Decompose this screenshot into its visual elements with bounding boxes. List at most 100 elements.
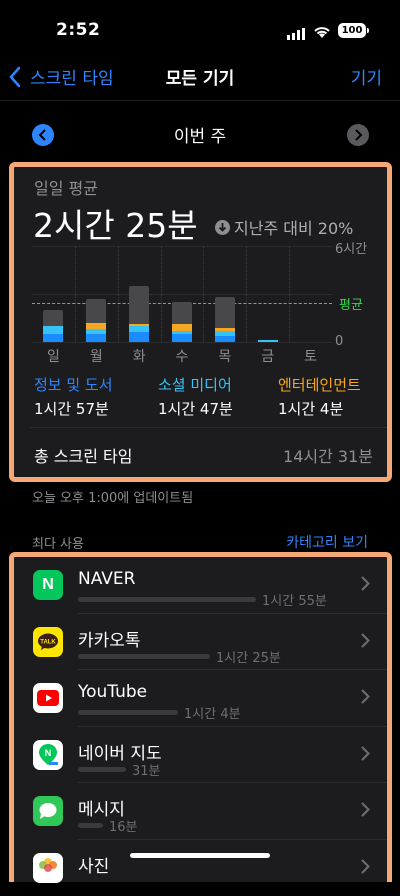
app-usage-time: 1시간 25분 bbox=[216, 647, 281, 666]
chart-bar[interactable] bbox=[43, 310, 63, 342]
chart-day-label: 화 bbox=[129, 346, 149, 366]
weekly-comparison: 지난주 대비 20% bbox=[215, 215, 353, 239]
average-line-label: 평균 bbox=[339, 294, 363, 313]
app-usage-bar bbox=[78, 654, 210, 659]
svg-text:N: N bbox=[45, 748, 52, 758]
category-social-media: 소셜 미디어 1시간 47분 bbox=[158, 374, 233, 419]
chart-bar-segment bbox=[43, 334, 63, 342]
summary-divider bbox=[30, 427, 387, 428]
category-time: 1시간 57분 bbox=[34, 398, 113, 419]
app-row[interactable]: 사진 bbox=[14, 840, 387, 896]
chart-bar[interactable] bbox=[258, 340, 278, 342]
app-name: YouTube bbox=[78, 682, 147, 702]
category-time: 1시간 47분 bbox=[158, 398, 233, 419]
most-used-header: 최다 사용 bbox=[32, 533, 84, 552]
week-label: 이번 주 bbox=[0, 122, 400, 147]
chart-bar-segment bbox=[172, 331, 192, 334]
chart-bar-segment bbox=[86, 323, 106, 329]
home-indicator[interactable] bbox=[130, 853, 270, 858]
signal-icon bbox=[287, 25, 305, 37]
category-label: 소셜 미디어 bbox=[158, 374, 233, 395]
summary-card[interactable]: 일일 평균 2시간 25분 지난주 대비 20% 6시간 0 평균 일월화수목금… bbox=[9, 162, 392, 482]
app-usage-time: 1시간 55분 bbox=[262, 590, 327, 609]
naver-icon: N bbox=[33, 570, 63, 600]
chart-bar-segment bbox=[215, 336, 235, 342]
battery-tip bbox=[367, 28, 369, 33]
app-row[interactable]: TALK 카카오톡 1시간 25분 bbox=[14, 614, 387, 671]
chart-bar-segment bbox=[129, 324, 149, 326]
app-row[interactable]: YouTube 1시간 4분 bbox=[14, 670, 387, 727]
chart-bar[interactable] bbox=[86, 299, 106, 342]
messages-icon bbox=[33, 796, 63, 826]
chart-day-label: 목 bbox=[215, 346, 235, 366]
category-entertainment: 엔터테인먼트 1시간 4분 bbox=[278, 374, 361, 419]
chevron-right-icon bbox=[361, 633, 370, 652]
chart-day-label: 월 bbox=[86, 346, 106, 366]
chart-bar[interactable] bbox=[129, 286, 149, 342]
app-row[interactable]: N NAVER 1시간 55분 bbox=[14, 557, 387, 614]
updated-text: 오늘 오후 1:00에 업데이트됨 bbox=[32, 487, 193, 506]
nav-divider bbox=[0, 100, 400, 101]
page-title: 모든 기기 bbox=[0, 64, 400, 89]
chart-bar-segment bbox=[172, 334, 192, 342]
wifi-icon bbox=[313, 24, 331, 43]
chart-gridline-bottom bbox=[32, 342, 332, 343]
category-label: 엔터테인먼트 bbox=[278, 374, 361, 395]
app-row[interactable]: N네이버 지도31분 bbox=[14, 727, 387, 784]
arrow-down-circle-icon bbox=[215, 220, 230, 235]
chart-day-label: 금 bbox=[258, 346, 278, 366]
svg-text:TALK: TALK bbox=[40, 639, 56, 645]
app-usage-time: 16분 bbox=[109, 816, 138, 835]
chart-day-label: 일 bbox=[43, 346, 63, 366]
photos-icon bbox=[33, 853, 63, 883]
chart-bar-segment bbox=[215, 328, 235, 331]
chart-day-label: 토 bbox=[301, 346, 321, 366]
chart-bar[interactable] bbox=[172, 302, 192, 342]
app-name: NAVER bbox=[78, 569, 135, 589]
app-usage-bar bbox=[78, 823, 103, 828]
chart-day-label: 수 bbox=[172, 346, 192, 366]
chart-bar-segment bbox=[129, 326, 149, 332]
chart-bar-segment bbox=[172, 324, 192, 330]
app-usage-bar bbox=[78, 710, 178, 715]
daily-average-value: 2시간 25분 bbox=[33, 199, 198, 247]
axis-min-label: 0 bbox=[335, 334, 343, 349]
chevron-right-icon bbox=[361, 802, 370, 821]
app-usage-bar bbox=[78, 767, 126, 772]
usage-chart[interactable]: 6시간 0 평균 일월화수목금토 bbox=[32, 246, 377, 366]
chart-bar-segment bbox=[215, 331, 235, 336]
app-usage-time: 31분 bbox=[132, 760, 161, 779]
youtube-icon bbox=[33, 683, 63, 713]
chevron-right-icon bbox=[361, 859, 370, 878]
app-name: 사진 bbox=[78, 852, 109, 877]
category-info-books: 정보 및 도서 1시간 57분 bbox=[34, 374, 113, 419]
axis-max-label: 6시간 bbox=[335, 238, 367, 257]
naver-map-icon: N bbox=[33, 740, 63, 770]
most-used-card: N NAVER 1시간 55분 TALK 카카오톡 1시간 25분 YouTube 1시간 4… bbox=[9, 552, 392, 882]
chart-bars bbox=[32, 246, 332, 342]
show-categories-link[interactable]: 카테고리 보기 bbox=[286, 532, 368, 552]
app-row[interactable]: 메시지16분 bbox=[14, 783, 387, 840]
battery-icon: 100 bbox=[338, 23, 366, 38]
chart-day-labels: 일월화수목금토 bbox=[32, 346, 332, 366]
next-week-button[interactable] bbox=[347, 124, 369, 146]
chart-bar-segment bbox=[43, 326, 63, 334]
chart-bar-segment bbox=[86, 329, 106, 334]
kakaotalk-icon: TALK bbox=[33, 627, 63, 657]
app-name: 카카오톡 bbox=[78, 626, 141, 651]
category-label: 정보 및 도서 bbox=[34, 374, 113, 395]
chevron-right-icon bbox=[361, 576, 370, 595]
chart-bar-segment bbox=[86, 334, 106, 342]
app-usage-bar bbox=[78, 597, 256, 602]
devices-button[interactable]: 기기 bbox=[351, 64, 382, 89]
chart-bar-segment bbox=[129, 332, 149, 342]
total-screen-time-label: 총 스크린 타임 bbox=[34, 443, 133, 467]
status-time: 2:52 bbox=[56, 20, 100, 40]
category-time: 1시간 4분 bbox=[278, 398, 361, 419]
chart-bar-segment bbox=[258, 340, 278, 342]
chevron-right-icon bbox=[361, 689, 370, 708]
chevron-right-icon bbox=[353, 129, 363, 141]
chart-bar[interactable] bbox=[215, 297, 235, 342]
chevron-right-icon bbox=[361, 746, 370, 765]
app-usage-time: 1시간 4분 bbox=[184, 703, 241, 722]
